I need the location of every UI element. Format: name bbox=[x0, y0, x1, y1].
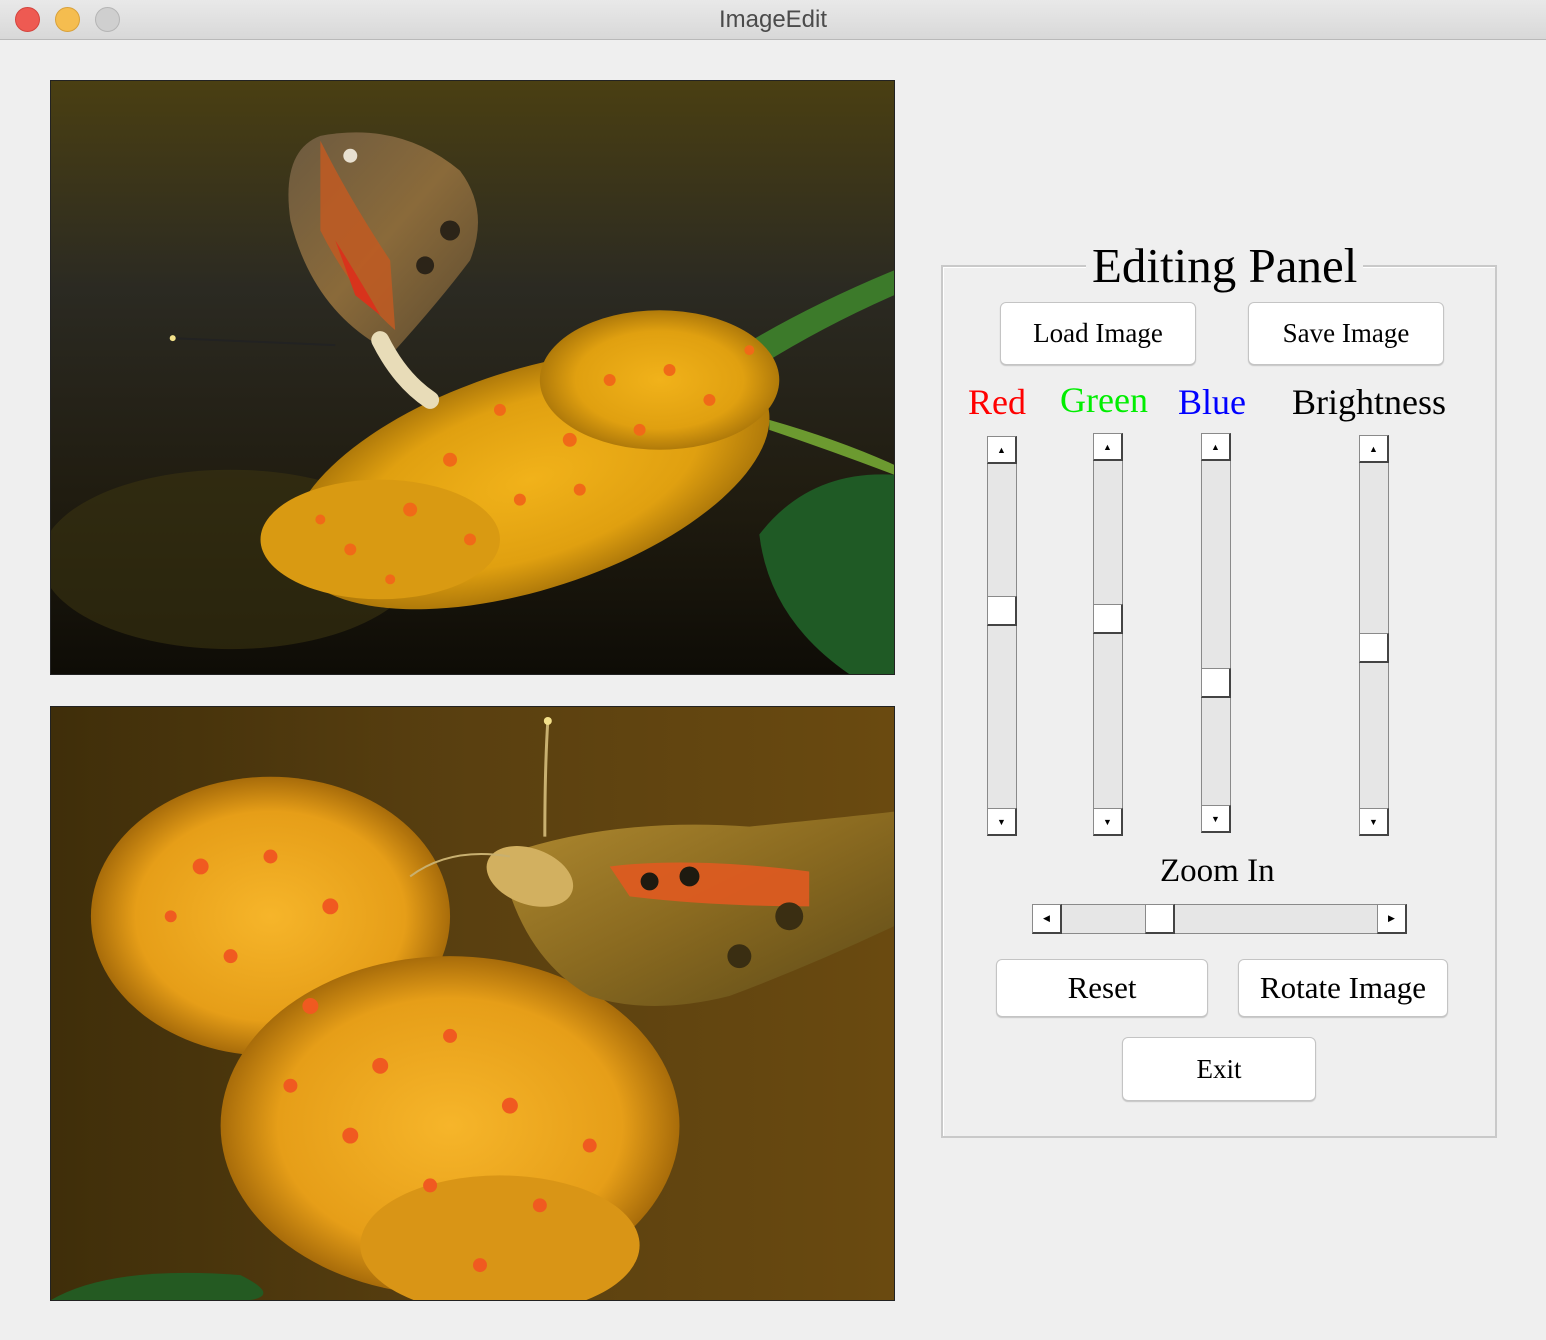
green-slider-up-arrow-icon[interactable]: ▲ bbox=[1093, 433, 1123, 461]
zoom-slider-left-arrow-icon[interactable]: ◀ bbox=[1032, 904, 1062, 934]
blue-slider-down-arrow-icon[interactable]: ▼ bbox=[1201, 805, 1231, 833]
brightness-slider-label: Brightness bbox=[1292, 382, 1447, 422]
brightness-slider-up-arrow-icon[interactable]: ▲ bbox=[1359, 435, 1389, 463]
zoom-slider-label: Zoom In bbox=[1160, 853, 1275, 889]
title-bar: ImageEdit bbox=[0, 0, 1546, 40]
red-slider-down-arrow-icon[interactable]: ▼ bbox=[987, 808, 1017, 836]
zoom-slider-right-arrow-icon[interactable]: ▶ bbox=[1377, 904, 1407, 934]
edited-image-view bbox=[50, 706, 895, 1301]
panel-title: Editing Panel bbox=[1086, 239, 1364, 293]
window-title: ImageEdit bbox=[718, 6, 828, 33]
load-image-button[interactable]: Load Image bbox=[1000, 302, 1196, 365]
red-slider-up-arrow-icon[interactable]: ▲ bbox=[987, 436, 1017, 464]
blue-slider-track[interactable] bbox=[1201, 433, 1231, 833]
butterfly-flower-image bbox=[51, 81, 894, 674]
green-slider-down-arrow-icon[interactable]: ▼ bbox=[1093, 808, 1123, 836]
brightness-slider[interactable]: ▲ ▼ bbox=[1359, 435, 1389, 836]
blue-slider[interactable]: ▲ ▼ bbox=[1201, 433, 1231, 833]
green-slider-label: Green bbox=[1060, 380, 1148, 420]
red-slider[interactable]: ▲ ▼ bbox=[987, 436, 1017, 836]
zoom-slider[interactable]: ◀ ▶ bbox=[1032, 904, 1407, 934]
butterfly-flower-edited-image bbox=[51, 707, 894, 1300]
red-slider-label: Red bbox=[968, 382, 1026, 422]
zoom-slider-thumb[interactable] bbox=[1144, 904, 1175, 934]
red-slider-track[interactable] bbox=[987, 436, 1017, 836]
brightness-slider-down-arrow-icon[interactable]: ▼ bbox=[1359, 808, 1389, 836]
brightness-slider-thumb[interactable] bbox=[1359, 633, 1389, 664]
window-content: Editing Panel Load Image Save Image Red … bbox=[0, 40, 1546, 1340]
zoom-slider-track[interactable] bbox=[1032, 904, 1407, 934]
rotate-image-button[interactable]: Rotate Image bbox=[1238, 959, 1448, 1017]
blue-slider-label: Blue bbox=[1178, 382, 1246, 422]
save-image-button[interactable]: Save Image bbox=[1248, 302, 1444, 365]
editing-panel: Editing Panel Load Image Save Image Red … bbox=[941, 239, 1497, 1138]
blue-slider-up-arrow-icon[interactable]: ▲ bbox=[1201, 433, 1231, 461]
red-slider-thumb[interactable] bbox=[987, 595, 1017, 626]
original-image-view bbox=[50, 80, 895, 675]
reset-button[interactable]: Reset bbox=[996, 959, 1208, 1017]
exit-button[interactable]: Exit bbox=[1122, 1037, 1316, 1101]
green-slider[interactable]: ▲ ▼ bbox=[1093, 433, 1123, 836]
green-slider-track[interactable] bbox=[1093, 433, 1123, 836]
green-slider-thumb[interactable] bbox=[1093, 603, 1123, 634]
blue-slider-thumb[interactable] bbox=[1201, 668, 1231, 699]
